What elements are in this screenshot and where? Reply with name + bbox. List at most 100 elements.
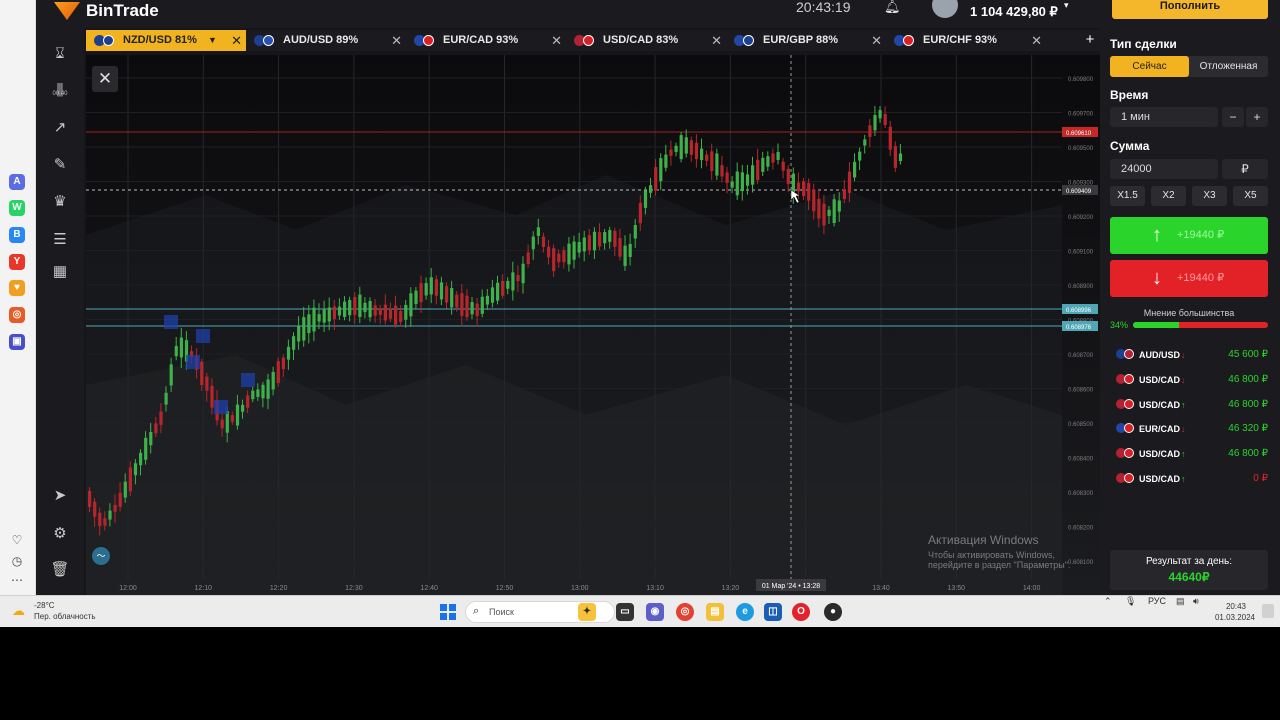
calendar-icon[interactable]: ▦: [50, 262, 70, 282]
opera-icon[interactable]: O: [792, 603, 810, 621]
trade-row[interactable]: USD/CAD ↑ 46 800 ₽: [1116, 398, 1268, 412]
trade-panel: Тип сделки Сейчас Отложенная Время 1 мин…: [1100, 28, 1280, 595]
close-icon[interactable]: ✕: [871, 30, 882, 51]
candle-body: [409, 293, 413, 317]
close-icon[interactable]: ✕: [391, 30, 402, 51]
candle-body: [378, 308, 382, 315]
trade-direction-icon: ↑: [1181, 449, 1186, 460]
add-tab-button[interactable]: +: [1082, 30, 1098, 50]
language-indicator[interactable]: РУС: [1148, 596, 1166, 606]
buy-up-button[interactable]: ↑ +19440 ₽: [1110, 217, 1268, 254]
task-view-icon[interactable]: ▭: [616, 603, 634, 621]
tray-expand-icon[interactable]: ⌃: [1104, 596, 1112, 607]
currency-selector[interactable]: ₽: [1222, 159, 1268, 179]
vk-icon[interactable]: B: [9, 227, 25, 243]
trophy-icon[interactable]: ♛: [50, 192, 70, 212]
close-icon[interactable]: ✕: [92, 66, 118, 92]
store-icon[interactable]: ◫: [764, 603, 782, 621]
widgets-icon[interactable]: ✦: [578, 603, 596, 621]
list-icon[interactable]: ☰: [50, 230, 70, 250]
candle-body: [383, 304, 387, 321]
candle-body: [317, 314, 321, 322]
tab-eur-cad[interactable]: EUR/CAD 93% ✕: [406, 30, 566, 51]
multiplier-5-button[interactable]: X5: [1233, 186, 1268, 206]
gear-icon[interactable]: ⚙: [50, 524, 70, 544]
sell-down-button[interactable]: ↓ +19440 ₽: [1110, 260, 1268, 297]
avatar[interactable]: [932, 0, 958, 18]
candle-body: [144, 437, 148, 460]
time-plus-button[interactable]: +: [1246, 107, 1268, 127]
time-minus-button[interactable]: −: [1222, 107, 1244, 127]
balance[interactable]: 1 104 429,80 ₽: [970, 4, 1058, 20]
close-icon[interactable]: ✕: [231, 30, 242, 51]
browser-app-icon[interactable]: A: [9, 174, 25, 190]
candle-body: [536, 227, 540, 236]
multiplier-1.5-button[interactable]: X1.5: [1110, 186, 1145, 206]
whatsapp-icon[interactable]: W: [9, 200, 25, 216]
candle-body: [822, 203, 826, 226]
close-icon[interactable]: ✕: [1031, 30, 1042, 51]
amount-input[interactable]: 24000: [1110, 159, 1218, 179]
candle-body: [893, 146, 897, 168]
trade-row[interactable]: USD/CAD ↑ 46 800 ₽: [1116, 447, 1268, 461]
time-tick-label: 13:00: [571, 585, 589, 592]
bookmark-app-icon[interactable]: ♥: [9, 280, 25, 296]
heart-icon[interactable]: ♡: [9, 533, 25, 547]
close-icon[interactable]: ✕: [551, 30, 562, 51]
start-icon[interactable]: [440, 604, 456, 620]
multiplier-2-button[interactable]: X2: [1151, 186, 1186, 206]
app-icon[interactable]: ●: [824, 603, 842, 621]
trash-icon[interactable]: 🗑︎: [50, 560, 70, 580]
chrome-icon[interactable]: ◎: [676, 603, 694, 621]
aria-icon[interactable]: ▣: [9, 334, 25, 350]
taskbar-date[interactable]: 01.03.2024: [1210, 613, 1260, 622]
arrow-down-icon: ↓: [1152, 267, 1162, 289]
trade-type-now-button[interactable]: Сейчас: [1110, 56, 1189, 77]
balance-dropdown-icon[interactable]: ▾: [1064, 0, 1069, 11]
bell-icon[interactable]: 🔔︎: [884, 0, 901, 14]
trade-row[interactable]: AUD/USD ↓ 45 600 ₽: [1116, 348, 1268, 362]
trade-row[interactable]: USD/CAD ↓ 46 800 ₽: [1116, 373, 1268, 387]
indicators-icon[interactable]: ↗: [50, 118, 70, 138]
up-payout: +19440 ₽: [1177, 229, 1225, 241]
trade-row[interactable]: USD/CAD ↑ 0 ₽: [1116, 472, 1268, 486]
trade-row[interactable]: EUR/CAD ↓ 46 320 ₽: [1116, 422, 1268, 436]
logo[interactable]: BinTrade: [54, 0, 159, 22]
time-tick-label: 12:40: [420, 585, 438, 592]
telegram-icon[interactable]: ➤: [50, 486, 70, 506]
candle-body: [756, 159, 760, 180]
close-icon[interactable]: ✕: [711, 30, 722, 51]
microphone-icon[interactable]: 🎙︎: [1125, 596, 1136, 607]
candle-body: [164, 392, 168, 405]
volume-icon[interactable]: 🔊︎: [1193, 596, 1199, 607]
multiplier-3-button[interactable]: X3: [1192, 186, 1227, 206]
candle-body: [266, 379, 270, 399]
network-icon[interactable]: ▤: [1176, 596, 1185, 607]
candle-body: [674, 145, 678, 152]
price-chart[interactable]: 12:00 12:10 12:20 12:30 12:40 12:50 13:00 13:10…: [86, 55, 1100, 595]
hourglass-icon[interactable]: ⌛︎: [50, 44, 70, 64]
tab-aud-usd[interactable]: AUD/USD 89% ✕: [246, 30, 406, 51]
tab-nzd-usd[interactable]: NZD/USD 81% ▼ ✕: [86, 30, 246, 51]
trade-type-pending-button[interactable]: Отложенная: [1189, 56, 1268, 77]
tab-usd-cad[interactable]: USD/CAD 83% ✕: [566, 30, 726, 51]
deposit-button[interactable]: Пополнить: [1112, 0, 1268, 19]
history-icon[interactable]: ◷: [9, 554, 25, 568]
more-icon[interactable]: ⋯: [9, 573, 25, 587]
taskbar-time[interactable]: 20:43: [1216, 602, 1256, 611]
tab-eur-gbp[interactable]: EUR/GBP 88% ✕: [726, 30, 886, 51]
chat-icon[interactable]: ◉: [646, 603, 664, 621]
explorer-icon[interactable]: ▤: [706, 603, 724, 621]
tab-eur-chf[interactable]: EUR/CHF 93% ✕: [886, 30, 1046, 51]
arrow-up-icon: ↑: [1152, 224, 1162, 246]
yandex-icon[interactable]: Y: [9, 254, 25, 270]
notifications-icon[interactable]: [1262, 604, 1274, 618]
trade-pair: USD/CAD: [1139, 449, 1181, 460]
candles-icon[interactable]: ⫼: [50, 81, 70, 101]
edge-icon[interactable]: e: [736, 603, 754, 621]
time-input[interactable]: 1 мин: [1110, 107, 1218, 127]
chevron-down-icon[interactable]: ▼: [208, 30, 217, 51]
extension-icon[interactable]: ◎: [9, 307, 25, 323]
wave-icon[interactable]: 〜: [92, 547, 110, 565]
ruler-icon[interactable]: ✎: [50, 155, 70, 175]
